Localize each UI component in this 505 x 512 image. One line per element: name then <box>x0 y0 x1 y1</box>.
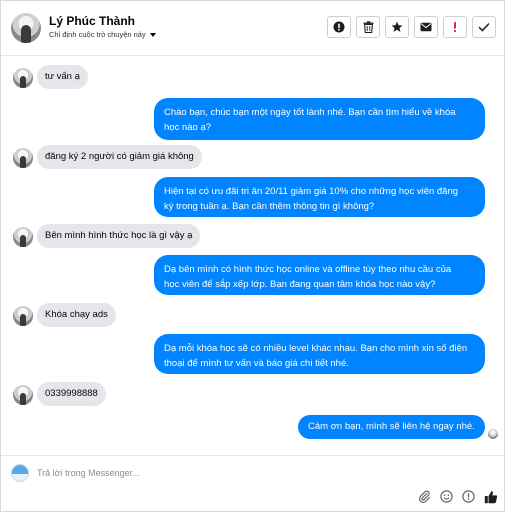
message-line: thoại để mình tư vấn và báo giá chi tiết… <box>164 358 349 369</box>
star-button[interactable] <box>385 16 409 38</box>
seen-indicator-avatar <box>488 429 498 439</box>
outgoing-message: Cảm ơn bạn, mình sẽ liên hệ ngay nhé. <box>298 415 485 439</box>
delete-button[interactable] <box>356 16 380 38</box>
message-line: Dạ bên mình có hình thức học online và o… <box>164 264 452 275</box>
customer-avatar <box>13 306 33 326</box>
flag-button[interactable] <box>443 16 467 38</box>
red-exclamation-icon <box>453 22 457 33</box>
conversation-toolbar <box>327 16 496 38</box>
contact-name[interactable]: Lý Phúc Thành <box>49 14 135 28</box>
trash-icon <box>363 21 373 33</box>
spam-button[interactable] <box>327 16 351 38</box>
reply-input[interactable] <box>37 465 337 481</box>
message-line: Hiện tại có ưu đãi tri ân 20/11 giảm giá… <box>164 186 459 197</box>
page-avatar <box>11 464 29 482</box>
incoming-message: Khóa chạy ads <box>37 303 116 327</box>
customer-avatar <box>13 68 33 88</box>
message-line: học nào ạ? <box>164 122 212 133</box>
message-list: tư vấn ạ Chào bạn, chúc bạn một ngày tốt… <box>1 57 504 453</box>
message-line: Chào bạn, chúc bạn một ngày tốt lành nhé… <box>164 107 456 118</box>
messenger-conversation-panel: Lý Phúc Thành Chỉ định cuộc trò chuyện n… <box>0 0 505 512</box>
message-line: học viên để sắp xếp lớp. Bạn đang quan t… <box>164 279 436 290</box>
composer-actions <box>417 489 498 504</box>
incoming-message: tư vấn ạ <box>37 65 88 89</box>
caret-down-icon <box>149 33 156 37</box>
outgoing-message: Dạ bên mình có hình thức học online và o… <box>154 255 485 295</box>
exclamation-circle-icon <box>333 21 345 33</box>
assign-conversation-label: Chỉ định cuộc trò chuyện này <box>49 30 146 39</box>
incoming-message: Bên mình hình thức học là gì vậy ạ <box>37 224 201 248</box>
check-icon <box>478 22 490 32</box>
outgoing-message: Dạ mỗi khóa học sẽ có nhiều level khác n… <box>154 334 485 374</box>
message-line: ký trong tuần ạ. Bạn cần thêm thông tin … <box>164 201 375 212</box>
mark-unread-button[interactable] <box>414 16 438 38</box>
assign-conversation-dropdown[interactable]: Chỉ định cuộc trò chuyện này <box>49 30 156 39</box>
customer-avatar <box>13 227 33 247</box>
outgoing-message: Hiện tại có ưu đãi tri ân 20/11 giảm giá… <box>154 177 485 217</box>
star-icon <box>391 21 403 32</box>
attachment-icon[interactable] <box>417 489 432 504</box>
message-line: Dạ mỗi khóa học sẽ có nhiều level khác n… <box>164 343 468 354</box>
customer-avatar <box>13 385 33 405</box>
emoji-icon[interactable] <box>439 489 454 504</box>
incoming-message: 0339998888 <box>37 382 106 406</box>
mark-done-button[interactable] <box>472 16 496 38</box>
incoming-message: đăng ký 2 người có giảm giá không <box>37 145 202 169</box>
customer-avatar <box>13 148 33 168</box>
contact-avatar[interactable] <box>11 13 41 43</box>
message-composer <box>1 455 504 511</box>
envelope-icon <box>420 22 432 32</box>
like-thumb-icon[interactable] <box>483 489 498 504</box>
outgoing-message: Chào bạn, chúc bạn một ngày tốt lành nhé… <box>154 98 485 140</box>
message-line: Cảm ơn bạn, mình sẽ liên hệ ngay nhé. <box>308 421 475 432</box>
conversation-header: Lý Phúc Thành Chỉ định cuộc trò chuyện n… <box>1 1 504 56</box>
gif-icon[interactable] <box>461 489 476 504</box>
